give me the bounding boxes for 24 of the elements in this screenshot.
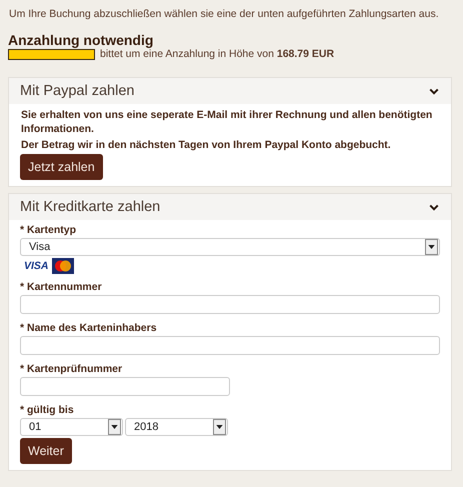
- deposit-text: bittet um eine Anzahlung in Höhe von 168.79 EUR: [100, 48, 334, 60]
- field-label: * Name des Karteninhabers: [20, 322, 158, 334]
- chevron-down-icon[interactable]: [429, 88, 439, 94]
- section-heading: Anzahlung notwendig: [8, 32, 154, 48]
- info-text: Der Betrag wir in den nächsten Tagen von Ihrem Paypal Konto abgebucht.: [21, 138, 392, 152]
- dropdown-field[interactable]: 01: [20, 418, 123, 436]
- dropdown-field[interactable]: 2018: [125, 418, 228, 436]
- input-field[interactable]: [20, 377, 230, 396]
- input-field[interactable]: [20, 295, 440, 314]
- field-label: * Kartennummer: [20, 281, 103, 293]
- field-label: * Kartenprüfnummer: [20, 363, 124, 375]
- intro-text: Um Ihre Buchung abzuschließen wählen sie eine der unten aufgeführten Zahlungsarten aus.: [9, 8, 440, 20]
- input-field[interactable]: [20, 336, 440, 355]
- panel-title[interactable]: Mit Paypal zahlen: [20, 83, 134, 99]
- field-label: * Kartentyp: [20, 224, 78, 236]
- panel-title[interactable]: Mit Kreditkarte zahlen: [20, 199, 160, 215]
- chevron-down-icon[interactable]: [429, 204, 439, 210]
- submit-button[interactable]: Weiter: [20, 438, 72, 464]
- submit-button[interactable]: Jetzt zahlen: [20, 154, 103, 180]
- visa-logo: VISA: [24, 260, 49, 272]
- field-label: * gültig bis: [20, 404, 75, 416]
- info-text: Sie erhalten von uns eine seperate E-Mail mit ihrer Rechnung und allen benötigten Informationen.: [21, 108, 434, 136]
- dropdown-field[interactable]: Visa: [20, 238, 440, 256]
- card-logo-icon: [52, 258, 74, 274]
